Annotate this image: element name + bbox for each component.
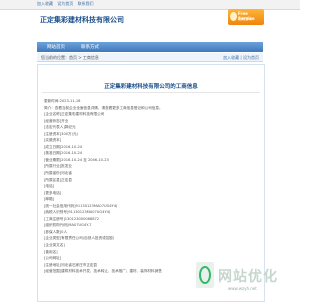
service-seal-icon — [230, 12, 237, 21]
nav-contact[interactable]: 联系方式 — [81, 44, 99, 50]
contact-link[interactable]: 联系我们 — [78, 1, 94, 6]
main-nav: 网站首页 联系方式 — [37, 42, 263, 52]
service-badge[interactable]: Free Service 在线咨询 — [228, 9, 264, 25]
divider — [42, 92, 260, 93]
info-list: 更新时间:2023-11-18 简介：查看当前企业全面信息详情，请查看更多工商信息… — [44, 98, 258, 275]
watermark-text: 网站优化 — [218, 269, 278, 285]
breadcrumb: 您当前的位置：首页 > 工商信息 加入收藏 | 设为首页 — [37, 53, 263, 62]
set-homepage-link[interactable]: 设为首页 — [57, 1, 73, 6]
watermark-url: www.wzyh.net — [228, 286, 257, 291]
bookmark-link[interactable]: 加入收藏 — [37, 1, 53, 6]
leaf-logo-icon — [196, 262, 214, 288]
breadcrumb-actions[interactable]: 加入收藏 | 设为首页 — [223, 55, 259, 61]
site-title[interactable]: 正定集彩建材科技有限公司 — [40, 15, 124, 25]
badge-line2: 在线咨询 — [238, 17, 252, 21]
watermark: 网站优化 www.wzyh.net — [196, 262, 300, 300]
page-title: 正定集彩建材科技有限公司的工商信息 — [104, 84, 198, 90]
breadcrumb-path: 您当前的位置：首页 > 工商信息 — [41, 54, 99, 60]
top-links: 加入收藏 设为首页 联系我们 — [37, 1, 97, 7]
nav-home[interactable]: 网站首页 — [47, 44, 65, 50]
